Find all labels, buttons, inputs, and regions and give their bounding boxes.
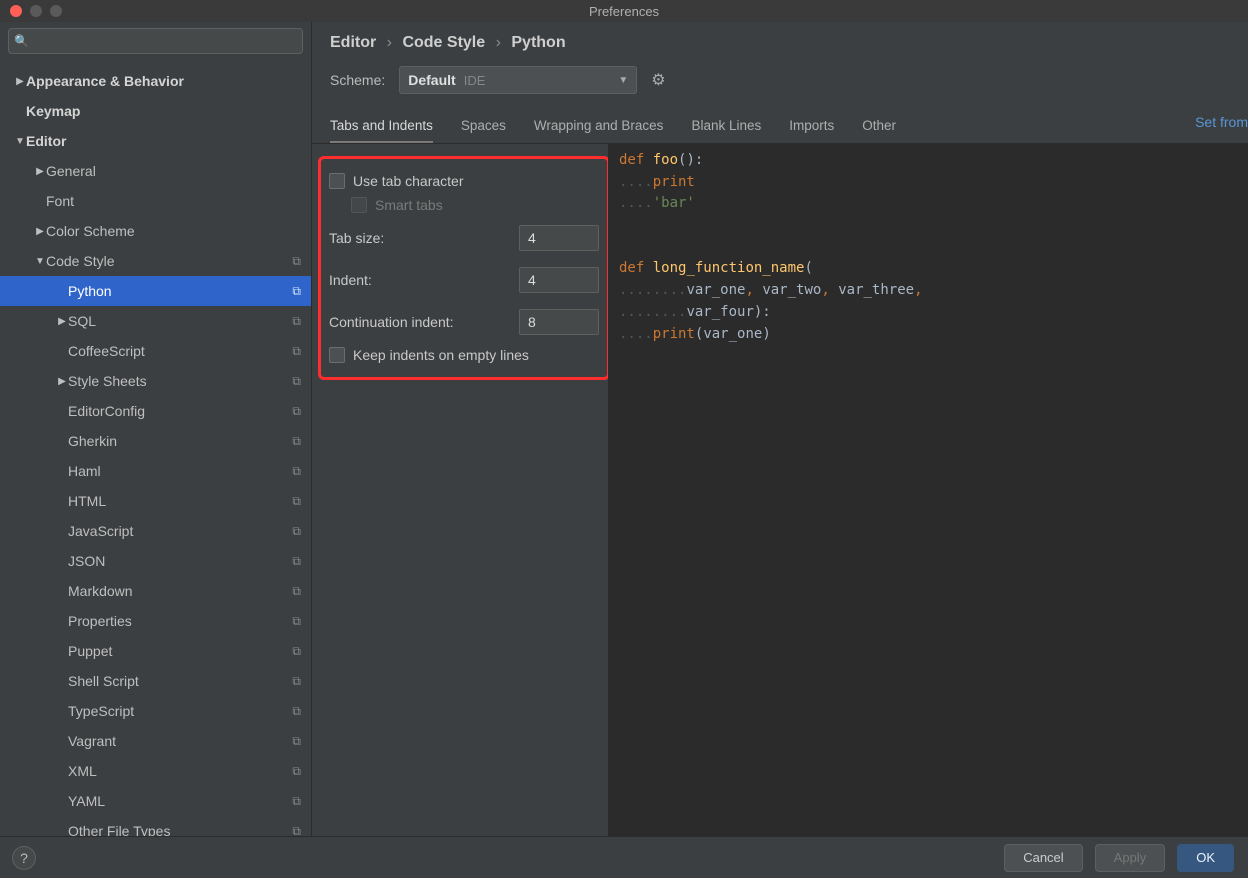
keep-indents-label: Keep indents on empty lines xyxy=(353,347,529,363)
tree-item-sql[interactable]: ▶ SQL ⧉ xyxy=(0,306,311,336)
copy-icon: ⧉ xyxy=(292,794,301,809)
cancel-button[interactable]: Cancel xyxy=(1004,844,1082,872)
tree-item-puppet[interactable]: Puppet⧉ xyxy=(0,636,311,666)
tab-size-input[interactable] xyxy=(519,225,599,251)
chevron-down-icon: ▼ xyxy=(34,256,46,267)
continuation-indent-input[interactable] xyxy=(519,309,599,335)
window-title: Preferences xyxy=(0,4,1248,19)
copy-icon: ⧉ xyxy=(292,344,301,359)
copy-icon: ⧉ xyxy=(292,494,301,509)
tab-tabs-and-indents[interactable]: Tabs and Indents xyxy=(330,118,433,143)
scheme-scope: IDE xyxy=(464,73,486,88)
chevron-down-icon: ▼ xyxy=(618,75,628,86)
tree-item-keymap[interactable]: Keymap xyxy=(0,96,311,126)
scheme-dropdown[interactable]: Default IDE ▼ xyxy=(399,66,637,94)
search-input[interactable] xyxy=(8,28,303,54)
copy-icon: ⧉ xyxy=(292,254,301,269)
chevron-right-icon: › xyxy=(381,34,398,51)
tree-item-coffeescript[interactable]: CoffeeScript ⧉ xyxy=(0,336,311,366)
tree-item-appearance[interactable]: ▶ Appearance & Behavior xyxy=(0,66,311,96)
chevron-right-icon: ▶ xyxy=(56,376,68,387)
copy-icon: ⧉ xyxy=(292,824,301,837)
tree-item-html[interactable]: HTML⧉ xyxy=(0,486,311,516)
copy-icon: ⧉ xyxy=(292,464,301,479)
breadcrumb-code-style[interactable]: Code Style xyxy=(402,34,485,51)
copy-icon: ⧉ xyxy=(292,524,301,539)
chevron-right-icon: ▶ xyxy=(34,226,46,237)
tree-item-vagrant[interactable]: Vagrant⧉ xyxy=(0,726,311,756)
copy-icon: ⧉ xyxy=(292,404,301,419)
copy-icon: ⧉ xyxy=(292,644,301,659)
breadcrumb-editor[interactable]: Editor xyxy=(330,34,376,51)
tree-item-javascript[interactable]: JavaScript⧉ xyxy=(0,516,311,546)
use-tab-character-checkbox[interactable] xyxy=(329,173,345,189)
indent-input[interactable] xyxy=(519,267,599,293)
indent-label: Indent: xyxy=(329,272,372,288)
copy-icon: ⧉ xyxy=(292,674,301,689)
keep-indents-checkbox[interactable] xyxy=(329,347,345,363)
tab-size-label: Tab size: xyxy=(329,230,384,246)
tree-item-editor[interactable]: ▼ Editor xyxy=(0,126,311,156)
tree-item-markdown[interactable]: Markdown⧉ xyxy=(0,576,311,606)
copy-icon: ⧉ xyxy=(292,734,301,749)
tree-item-general[interactable]: ▶ General xyxy=(0,156,311,186)
tab-spaces[interactable]: Spaces xyxy=(461,118,506,143)
chevron-right-icon: ▶ xyxy=(56,316,68,327)
tree-item-python[interactable]: Python ⧉ xyxy=(0,276,311,306)
chevron-right-icon: ▶ xyxy=(14,76,26,87)
copy-icon: ⧉ xyxy=(292,764,301,779)
tab-wrapping[interactable]: Wrapping and Braces xyxy=(534,118,664,143)
tab-other[interactable]: Other xyxy=(862,118,896,143)
tab-imports[interactable]: Imports xyxy=(789,118,834,143)
copy-icon: ⧉ xyxy=(292,374,301,389)
settings-tree: ▶ Appearance & Behavior Keymap ▼ Editor … xyxy=(0,60,311,836)
tree-item-xml[interactable]: XML⧉ xyxy=(0,756,311,786)
search-icon: 🔍 xyxy=(14,34,29,48)
tree-item-properties[interactable]: Properties⧉ xyxy=(0,606,311,636)
breadcrumb: Editor › Code Style › Python xyxy=(312,22,1248,56)
smart-tabs-checkbox xyxy=(351,197,367,213)
chevron-right-icon: ▶ xyxy=(34,166,46,177)
copy-icon: ⧉ xyxy=(292,554,301,569)
tree-item-other-file-types[interactable]: Other File Types⧉ xyxy=(0,816,311,836)
set-from-link[interactable]: Set from xyxy=(1195,114,1248,130)
tree-item-code-style[interactable]: ▼ Code Style ⧉ xyxy=(0,246,311,276)
chevron-down-icon: ▼ xyxy=(14,136,26,147)
smart-tabs-label: Smart tabs xyxy=(375,197,443,213)
chevron-right-icon: › xyxy=(490,34,507,51)
ok-button[interactable]: OK xyxy=(1177,844,1234,872)
tree-item-haml[interactable]: Haml⧉ xyxy=(0,456,311,486)
copy-icon: ⧉ xyxy=(292,704,301,719)
tree-item-editorconfig[interactable]: EditorConfig⧉ xyxy=(0,396,311,426)
breadcrumb-python: Python xyxy=(511,34,565,51)
help-button[interactable]: ? xyxy=(12,846,36,870)
tree-item-shell[interactable]: Shell Script⧉ xyxy=(0,666,311,696)
apply-button[interactable]: Apply xyxy=(1095,844,1166,872)
use-tab-character-label: Use tab character xyxy=(353,173,464,189)
tree-item-yaml[interactable]: YAML⧉ xyxy=(0,786,311,816)
highlighted-settings-region: Use tab character Smart tabs Tab size: I… xyxy=(318,156,610,380)
tree-item-json[interactable]: JSON⧉ xyxy=(0,546,311,576)
tree-item-stylesheets[interactable]: ▶ Style Sheets ⧉ xyxy=(0,366,311,396)
copy-icon: ⧉ xyxy=(292,284,301,299)
continuation-indent-label: Continuation indent: xyxy=(329,314,454,330)
copy-icon: ⧉ xyxy=(292,614,301,629)
copy-icon: ⧉ xyxy=(292,584,301,599)
tree-item-gherkin[interactable]: Gherkin⧉ xyxy=(0,426,311,456)
tab-blank-lines[interactable]: Blank Lines xyxy=(691,118,761,143)
tabs-bar: Tabs and Indents Spaces Wrapping and Bra… xyxy=(312,110,1248,144)
scheme-label: Scheme: xyxy=(330,72,385,88)
gear-icon[interactable]: ⚙ xyxy=(651,70,665,90)
tree-item-typescript[interactable]: TypeScript⧉ xyxy=(0,696,311,726)
tree-item-font[interactable]: Font xyxy=(0,186,311,216)
tree-item-color-scheme[interactable]: ▶ Color Scheme xyxy=(0,216,311,246)
copy-icon: ⧉ xyxy=(292,434,301,449)
scheme-value: Default xyxy=(408,72,455,88)
code-preview: def foo(): ....print ....'bar' def long_… xyxy=(608,144,1248,836)
copy-icon: ⧉ xyxy=(292,314,301,329)
